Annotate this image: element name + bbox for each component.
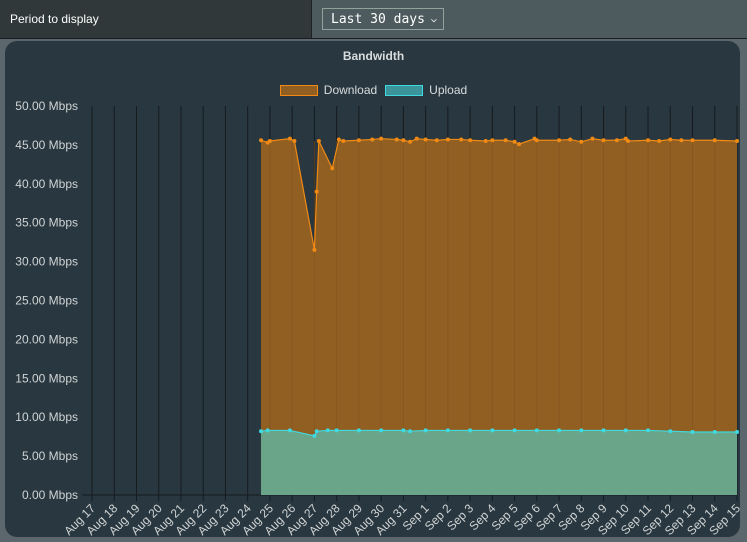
download-point: [517, 142, 522, 147]
download-point: [534, 138, 539, 143]
download-point: [601, 138, 606, 143]
y-tick-label: 15.00 Mbps: [15, 371, 78, 385]
download-point: [287, 136, 292, 141]
download-point: [490, 138, 495, 143]
y-tick-label: 30.00 Mbps: [15, 255, 78, 269]
y-tick-label: 40.00 Mbps: [15, 177, 78, 191]
upload-point: [601, 428, 606, 433]
download-point: [341, 139, 346, 144]
download-point: [657, 139, 662, 144]
upload-point: [325, 428, 330, 433]
download-point: [690, 138, 695, 143]
download-point: [679, 138, 684, 143]
y-tick-label: 45.00 Mbps: [15, 138, 78, 152]
download-point: [503, 138, 508, 143]
download-point: [259, 138, 264, 143]
upload-point: [512, 428, 517, 433]
download-point: [468, 138, 473, 143]
upload-point: [265, 428, 270, 433]
download-point: [568, 137, 573, 142]
download-point: [401, 138, 406, 143]
upload-point: [401, 428, 406, 433]
download-point: [356, 138, 361, 143]
download-point: [646, 138, 651, 143]
download-point: [557, 138, 562, 143]
upload-point: [334, 428, 339, 433]
download-point: [459, 137, 464, 142]
download-point: [292, 139, 297, 144]
upload-point: [623, 428, 628, 433]
bandwidth-chart: 0.00 Mbps 5.00 Mbps 10.00 Mbps 15.00 Mbps 20…: [15, 99, 743, 538]
download-point: [312, 247, 317, 252]
upload-point: [735, 429, 739, 434]
download-point: [445, 137, 450, 142]
upload-point: [314, 429, 319, 434]
upload-point: [312, 433, 317, 438]
upload-point: [712, 429, 717, 434]
y-tick-label: 35.00 Mbps: [15, 216, 78, 230]
download-point: [423, 137, 428, 142]
upload-point: [557, 428, 562, 433]
upload-point: [445, 428, 450, 433]
y-tick-label: 20.00 Mbps: [15, 332, 78, 346]
y-tick-label: 50.00 Mbps: [15, 99, 78, 113]
upload-point: [259, 429, 264, 434]
download-point: [590, 136, 595, 141]
upload-point: [379, 428, 384, 433]
upload-point: [468, 428, 473, 433]
y-tick-label: 0.00 Mbps: [22, 488, 78, 502]
upload-point: [534, 428, 539, 433]
download-point: [626, 139, 631, 144]
download-point: [579, 139, 584, 144]
upload-point: [579, 428, 584, 433]
download-point: [614, 138, 619, 143]
download-point: [370, 137, 375, 142]
upload-point: [356, 428, 361, 433]
upload-point: [646, 428, 651, 433]
upload-point: [690, 429, 695, 434]
upload-point: [423, 428, 428, 433]
download-point: [414, 136, 419, 141]
download-point: [408, 139, 413, 144]
download-point: [668, 137, 673, 142]
download-point: [394, 137, 399, 142]
download-point: [735, 139, 739, 144]
upload-point: [408, 429, 413, 434]
download-point: [330, 166, 335, 171]
y-tick-label: 10.00 Mbps: [15, 410, 78, 424]
download-point: [379, 136, 384, 141]
download-point: [483, 139, 488, 144]
upload-point: [287, 428, 292, 433]
upload-point: [668, 429, 673, 434]
download-point: [267, 139, 272, 144]
upload-point: [490, 428, 495, 433]
upload-area: [261, 430, 737, 495]
download-point: [314, 189, 319, 194]
y-tick-label: 5.00 Mbps: [22, 449, 78, 463]
download-point: [512, 139, 517, 144]
download-point: [336, 137, 341, 142]
download-point: [712, 138, 717, 143]
y-tick-label: 25.00 Mbps: [15, 294, 78, 308]
download-point: [316, 139, 321, 144]
download-point: [434, 138, 439, 143]
